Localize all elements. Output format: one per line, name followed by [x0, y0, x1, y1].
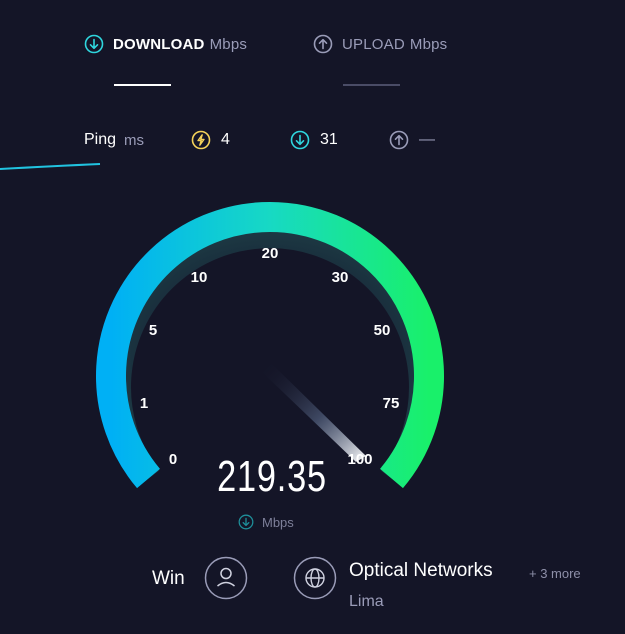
test-progress-line — [0, 163, 101, 170]
ping-header: Ping ms — [84, 130, 144, 150]
speedtest-panel: DOWNLOAD Mbps UPLOAD Mbps Ping ms 4 31 — — [0, 0, 625, 634]
user-icon[interactable] — [204, 556, 248, 600]
tab-download-unit: Mbps — [209, 35, 248, 53]
ping-unit: ms — [124, 131, 145, 149]
ping-label: Ping — [84, 131, 117, 148]
ping-idle-metric: 4 — [191, 130, 230, 150]
server-city: Lima — [349, 593, 384, 610]
gauge-tick-label: 20 — [262, 245, 279, 262]
speed-gauge: 0 1 5 10 20 30 50 75 100 — [96, 202, 444, 489]
gauge-tick-label: 0 — [169, 451, 177, 468]
download-arrow-icon — [290, 130, 310, 150]
gauge-tick-label: 1 — [140, 395, 148, 412]
download-arrow-icon — [84, 34, 104, 54]
current-speed-unit: Mbps — [238, 514, 294, 530]
tab-download[interactable]: DOWNLOAD Mbps — [84, 34, 247, 54]
gauge-tick-label: 10 — [191, 269, 208, 286]
download-arrow-icon — [238, 514, 254, 530]
ping-upload-metric: — — [389, 130, 435, 150]
upload-arrow-icon — [313, 34, 333, 54]
tab-upload-label: UPLOAD — [342, 35, 405, 53]
upload-arrow-icon — [389, 130, 409, 150]
tab-upload-underline — [343, 84, 400, 86]
gauge-inner-track — [105, 222, 435, 487]
gauge-tick-label: 50 — [374, 322, 391, 339]
tab-upload-unit: Mbps — [409, 35, 448, 53]
current-speed-value: 219.35 — [217, 452, 327, 501]
server-more-link[interactable]: + 3 more — [529, 566, 581, 581]
server-name-link[interactable]: Optical Networks — [349, 560, 493, 582]
speed-unit-label: Mbps — [262, 514, 294, 530]
tab-download-label: DOWNLOAD — [113, 35, 205, 53]
gauge-tick-label: 100 — [347, 451, 372, 468]
tab-download-underline — [114, 84, 171, 86]
gauge-tick-label: 30 — [332, 269, 349, 286]
tab-upload[interactable]: UPLOAD Mbps — [313, 34, 447, 54]
ping-download-value: 31 — [320, 131, 338, 148]
gauge-arc — [96, 202, 444, 489]
ping-upload-value: — — [419, 131, 435, 148]
isp-name: Win — [152, 568, 185, 589]
lightning-icon — [191, 130, 211, 150]
gauge-needle — [262, 364, 366, 462]
gauge-tick-label: 75 — [383, 395, 400, 412]
ping-idle-value: 4 — [221, 131, 230, 148]
ping-download-metric: 31 — [290, 130, 338, 150]
globe-icon[interactable] — [293, 556, 337, 600]
gauge-tick-label: 5 — [149, 322, 157, 339]
